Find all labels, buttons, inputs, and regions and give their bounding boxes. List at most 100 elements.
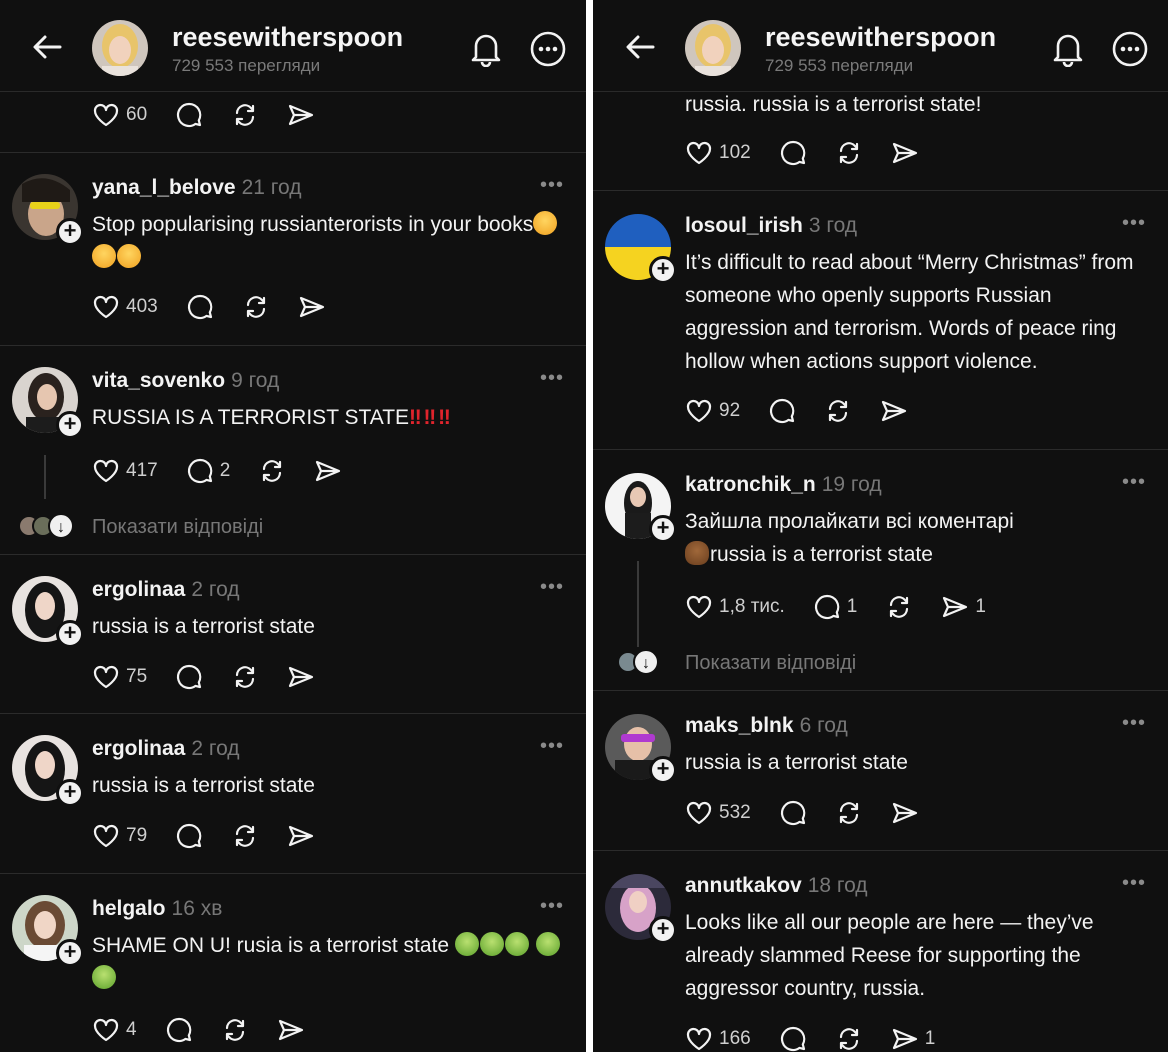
reply-button[interactable] [175, 663, 203, 691]
reply-button[interactable] [768, 397, 796, 425]
bell-icon[interactable] [1052, 31, 1084, 67]
reply-button[interactable] [175, 101, 203, 129]
show-replies-link[interactable]: Показати відповіді [92, 516, 263, 539]
follow-plus-icon[interactable]: + [56, 779, 84, 807]
reply-button[interactable]: 2 [186, 457, 230, 485]
follow-plus-icon[interactable]: + [649, 756, 677, 784]
like-button[interactable]: 403 [92, 293, 158, 321]
follow-plus-icon[interactable]: + [649, 515, 677, 543]
send-icon [892, 1028, 917, 1050]
repost-icon [839, 1028, 858, 1050]
comment-username[interactable]: losoul_irish [685, 214, 803, 237]
like-button[interactable]: 75 [92, 663, 147, 691]
share-button[interactable] [891, 139, 919, 167]
comment-more-icon[interactable]: ••• [540, 895, 564, 918]
repost-button[interactable] [835, 139, 863, 167]
comment-username[interactable]: annutkakov [685, 874, 802, 897]
comment-username[interactable]: ergolinaa [92, 737, 185, 760]
share-button[interactable]: 1 [891, 1025, 935, 1052]
more-options-icon[interactable] [1112, 31, 1148, 67]
repost-icon [236, 666, 255, 688]
share-button[interactable] [298, 293, 326, 321]
comment-text: RUSSIA IS A TERRORIST STATE‼ ‼ ‼ [92, 401, 564, 434]
show-replies-link[interactable]: Показати відповіді [685, 652, 856, 675]
like-count: 75 [126, 666, 148, 687]
comment-more-icon[interactable]: ••• [540, 576, 564, 599]
reply-button[interactable] [186, 293, 214, 321]
comment-icon [780, 800, 806, 826]
comment-username[interactable]: maks_blnk [685, 714, 794, 737]
follow-plus-icon[interactable]: + [56, 939, 84, 967]
repost-button[interactable] [824, 397, 852, 425]
repost-icon [829, 400, 848, 422]
back-arrow-icon[interactable] [623, 30, 657, 64]
share-button[interactable] [287, 822, 315, 850]
comment-more-icon[interactable]: ••• [540, 174, 564, 197]
comment-more-icon[interactable]: ••• [1122, 872, 1146, 895]
comment-time: 3 год [808, 214, 858, 237]
repost-button[interactable] [242, 293, 270, 321]
view-count: 729 553 перегляди [765, 56, 914, 75]
share-button[interactable] [287, 101, 315, 129]
comment-more-icon[interactable]: ••• [1122, 212, 1146, 235]
reply-button[interactable] [175, 822, 203, 850]
comment-username[interactable]: ergolinaa [92, 578, 185, 601]
repost-button[interactable] [231, 663, 259, 691]
comment-more-icon[interactable]: ••• [540, 367, 564, 390]
follow-plus-icon[interactable]: + [56, 620, 84, 648]
repost-button[interactable] [258, 457, 286, 485]
reply-button[interactable] [779, 1025, 807, 1052]
profile-username[interactable]: reesewitherspoon [765, 22, 996, 53]
like-button[interactable]: 92 [685, 397, 740, 425]
reply-button[interactable] [779, 799, 807, 827]
comment-more-icon[interactable]: ••• [1122, 712, 1146, 735]
follow-plus-icon[interactable]: + [56, 218, 84, 246]
comment-username[interactable]: yana_l_belove [92, 176, 236, 199]
comment-username[interactable]: katronchik_n [685, 473, 816, 496]
follow-plus-icon[interactable]: + [649, 916, 677, 944]
repost-button[interactable] [835, 799, 863, 827]
repost-button[interactable] [231, 101, 259, 129]
action-bar: 403 [92, 292, 354, 322]
profile-avatar[interactable] [92, 20, 148, 76]
bell-icon[interactable] [470, 31, 502, 67]
comment-header: yana_l_belove 21 год [92, 176, 301, 200]
send-icon [316, 460, 341, 482]
thread-header: reesewitherspoon 729 553 перегляди [593, 0, 1168, 92]
share-button[interactable] [287, 663, 315, 691]
like-button[interactable]: 1,8 тис. [685, 593, 785, 621]
like-button[interactable]: 60 [92, 101, 147, 129]
share-button[interactable] [880, 397, 908, 425]
like-button[interactable]: 417 [92, 457, 158, 485]
reply-button[interactable] [165, 1016, 193, 1044]
repost-button[interactable] [885, 593, 913, 621]
like-button[interactable]: 532 [685, 799, 751, 827]
pile-of-poo-emoji-icon [685, 541, 709, 565]
share-button[interactable] [314, 457, 342, 485]
like-button[interactable]: 4 [92, 1016, 137, 1044]
profile-avatar[interactable] [685, 20, 741, 76]
repost-button[interactable] [231, 822, 259, 850]
comment-username[interactable]: vita_sovenko [92, 369, 225, 392]
comment-more-icon[interactable]: ••• [540, 735, 564, 758]
more-options-icon[interactable] [530, 31, 566, 67]
like-button[interactable]: 102 [685, 139, 751, 167]
follow-plus-icon[interactable]: + [56, 411, 84, 439]
comment-username[interactable]: helgalo [92, 897, 166, 920]
reply-button[interactable] [779, 139, 807, 167]
share-button[interactable] [891, 799, 919, 827]
profile-username[interactable]: reesewitherspoon [172, 22, 403, 53]
comment-more-icon[interactable]: ••• [1122, 471, 1146, 494]
like-button[interactable]: 166 [685, 1025, 751, 1052]
arrow-down-icon: ↓ [48, 513, 74, 539]
reply-button[interactable]: 1 [813, 593, 857, 621]
repost-button[interactable] [835, 1025, 863, 1052]
follow-plus-icon[interactable]: + [649, 256, 677, 284]
send-icon [289, 666, 314, 688]
comment-icon [770, 398, 795, 424]
back-arrow-icon[interactable] [30, 30, 64, 64]
share-button[interactable] [277, 1016, 305, 1044]
like-button[interactable]: 79 [92, 822, 147, 850]
share-button[interactable]: 1 [941, 593, 986, 621]
repost-button[interactable] [221, 1016, 249, 1044]
